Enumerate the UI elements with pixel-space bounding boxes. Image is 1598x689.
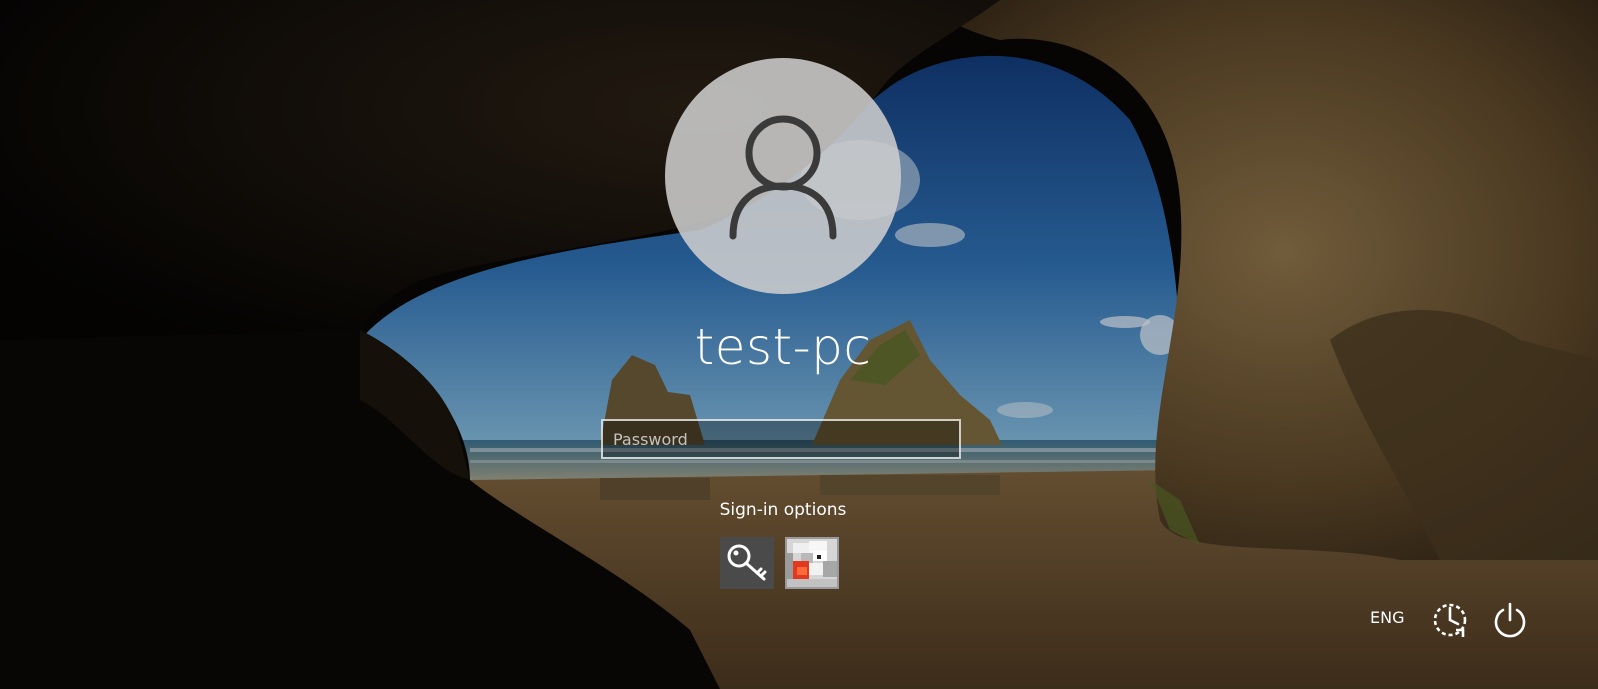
password-sign-in-option[interactable] (720, 537, 774, 589)
username: test-pc (694, 318, 872, 376)
power-icon[interactable] (1490, 600, 1530, 640)
key-icon (727, 544, 767, 581)
user-avatar (665, 58, 901, 294)
picture-password-sign-in-option[interactable] (785, 537, 839, 589)
user-icon (729, 115, 837, 240)
picture-password-icon (787, 539, 837, 587)
password-input[interactable] (603, 421, 959, 457)
ease-of-access-icon[interactable] (1430, 600, 1470, 640)
language-indicator[interactable]: ENG (1370, 608, 1404, 627)
sign-in-options-link[interactable]: Sign-in options (583, 500, 983, 520)
password-field[interactable] (601, 419, 961, 459)
